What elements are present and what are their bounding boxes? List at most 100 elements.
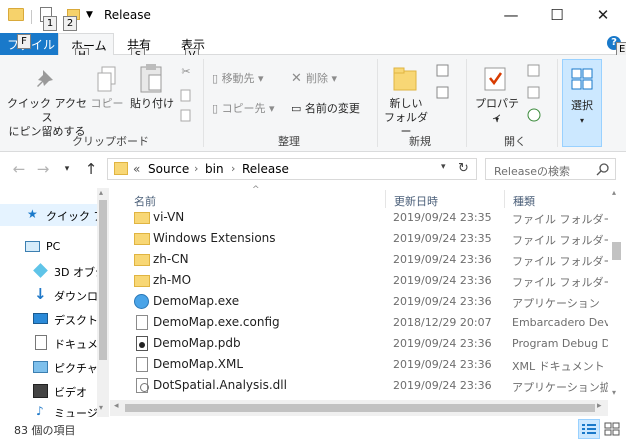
address-bar[interactable]: « Source › bin › Release ▾ ↻ [107, 158, 477, 180]
chevron-down-icon[interactable]: ▾ [491, 113, 503, 127]
new-folder-line1: 新しい [389, 97, 423, 110]
scroll-right-arrow[interactable]: ▸ [597, 401, 602, 411]
select-button[interactable]: 選択 ▾ [562, 59, 602, 147]
nav-music[interactable]: ♪ ミュージッ [0, 402, 97, 417]
back-button[interactable]: ← [10, 160, 28, 178]
large-icons-view-button[interactable] [601, 419, 623, 439]
divider [377, 59, 378, 147]
nav-documents[interactable]: ドキュメン [0, 332, 97, 354]
chevron-right-icon[interactable]: › [194, 162, 198, 175]
delete-button[interactable]: ✕ 削除 ▾ [291, 72, 337, 86]
up-button[interactable]: ↑ [82, 160, 100, 178]
file-row[interactable]: DotSpatial.Analysis.dll 2019/09/24 23:36 ア… [124, 375, 608, 396]
chevron-down-icon[interactable]: ▾ [441, 162, 446, 172]
pin-icon [37, 70, 53, 87]
file-row[interactable]: Windows Extensions 2019/09/24 23:35 ファイル フ… [124, 228, 608, 249]
nav-pc[interactable]: PC [0, 236, 97, 258]
edit-icon[interactable] [526, 85, 542, 101]
details-view-button[interactable] [578, 419, 600, 439]
file-row[interactable]: DemoMap.exe 2019/09/24 23:36 アプリケーション [124, 291, 608, 312]
folder-icon [134, 233, 150, 245]
paste-shortcut-icon[interactable] [180, 109, 192, 123]
status-bar: 83 個の項目 [0, 417, 626, 441]
file-type: Embarcadero Dev... [512, 316, 608, 329]
file-date: 2019/09/24 23:36 [393, 337, 492, 350]
horizontal-scroll-thumb[interactable] [125, 404, 595, 412]
file-row[interactable]: zh-MO 2019/09/24 23:36 ファイル フォルダー [124, 270, 608, 291]
file-row[interactable]: vi-VN 2019/09/24 23:35 ファイル フォルダー [124, 207, 608, 228]
clipboard-group-label: クリップボード [72, 135, 149, 148]
new-item-icon[interactable] [435, 63, 451, 79]
easy-access-icon[interactable] [435, 85, 451, 101]
details-view-icon [582, 424, 596, 434]
paste-button[interactable]: 貼り付け [128, 97, 176, 111]
search-icon [596, 163, 609, 176]
3d-objects-icon [33, 263, 48, 278]
search-input[interactable]: Releaseの検索 [494, 163, 570, 179]
folder-icon [8, 8, 24, 21]
nav-videos[interactable]: ビデオ [0, 380, 97, 402]
search-box[interactable]: Releaseの検索 [485, 158, 616, 180]
rename-button[interactable]: ▭ 名前の変更 [291, 102, 360, 116]
nav-scrollbar[interactable]: ▴ ▾ [97, 188, 109, 417]
nav-3d-label: 3D オブジ [54, 266, 97, 279]
item-count: 83 個の項目 [14, 424, 76, 437]
nav-pictures-label: ピクチャ [54, 362, 97, 375]
breadcrumb-overflow[interactable]: « [133, 162, 140, 176]
nav-pc-label: PC [46, 240, 61, 253]
maximize-button[interactable]: ☐ [534, 0, 580, 30]
scroll-up-arrow[interactable]: ▴ [612, 188, 616, 197]
divider [31, 10, 32, 24]
chevron-right-icon[interactable]: › [231, 162, 235, 175]
file-row[interactable]: DemoMap.pdb 2019/09/24 23:36 Program Debug… [124, 333, 608, 354]
scroll-down-arrow[interactable]: ▾ [612, 388, 616, 397]
nav-3d-objects[interactable]: 3D オブジ [0, 260, 97, 282]
divider [466, 59, 467, 147]
scroll-left-arrow[interactable]: ◂ [114, 401, 119, 411]
nav-desktop-label: デスクトッ [54, 314, 97, 327]
move-to-button[interactable]: ▯ 移動先 ▾ [212, 72, 264, 86]
scroll-down-arrow[interactable]: ▾ [99, 403, 103, 412]
nav-quick-access[interactable]: ★ クイック ア [0, 204, 97, 226]
copy-button[interactable]: コピー [90, 97, 124, 111]
breadcrumb-source[interactable]: Source [148, 162, 189, 176]
refresh-icon[interactable]: ↻ [458, 161, 469, 176]
open-icon[interactable] [526, 63, 542, 79]
breadcrumb-release[interactable]: Release [242, 162, 289, 176]
copy-path-icon[interactable] [180, 89, 192, 103]
nav-desktop[interactable]: デスクトッ [0, 308, 97, 330]
move-icon: ▯ [212, 72, 222, 85]
file-row[interactable]: zh-CN 2019/09/24 23:36 ファイル フォルダー [124, 249, 608, 270]
delete-label: 削除 [306, 72, 329, 85]
organize-group-label: 整理 [278, 135, 300, 148]
chevron-down-icon[interactable]: ▼ [86, 10, 93, 20]
list-scroll-thumb[interactable] [612, 242, 621, 260]
forward-button[interactable]: → [34, 160, 52, 178]
file-row[interactable]: DemoMap.exe.config 2018/12/29 20:07 Embarc… [124, 312, 608, 333]
horizontal-scrollbar[interactable]: ◂ ▸ [110, 400, 608, 416]
scroll-up-arrow[interactable]: ▴ [99, 188, 103, 197]
paste-icon [140, 64, 162, 93]
chevron-down-icon: ▾ [579, 116, 584, 125]
file-type: アプリケーション拡張 [512, 381, 608, 394]
documents-icon [35, 335, 47, 350]
divider [557, 59, 558, 147]
file-type: Program Debug D... [512, 337, 608, 350]
file-name: vi-VN [153, 210, 185, 224]
history-icon[interactable] [526, 107, 542, 123]
copy-to-button[interactable]: ▯ コピー先 ▾ [212, 102, 275, 116]
list-scrollbar[interactable]: ▴ ▾ [609, 188, 624, 400]
nav-downloads[interactable]: ↓ ダウンロー [0, 284, 97, 306]
copy-to-label: コピー先 [221, 102, 266, 115]
file-row[interactable]: DemoMap.XML 2019/09/24 23:36 XML ドキュメント [124, 354, 608, 375]
folder-icon [134, 254, 150, 266]
cut-icon[interactable]: ✂ [179, 65, 193, 79]
nav-scroll-thumb[interactable] [99, 200, 107, 360]
nav-pictures[interactable]: ピクチャ [0, 356, 97, 378]
new-group-label: 新規 [409, 135, 431, 148]
minimize-button[interactable]: — [488, 0, 534, 30]
breadcrumb-bin[interactable]: bin [205, 162, 224, 176]
recent-locations-button[interactable]: ▾ [58, 160, 76, 178]
file-name: DemoMap.pdb [153, 336, 241, 350]
close-button[interactable]: ✕ [580, 0, 626, 30]
